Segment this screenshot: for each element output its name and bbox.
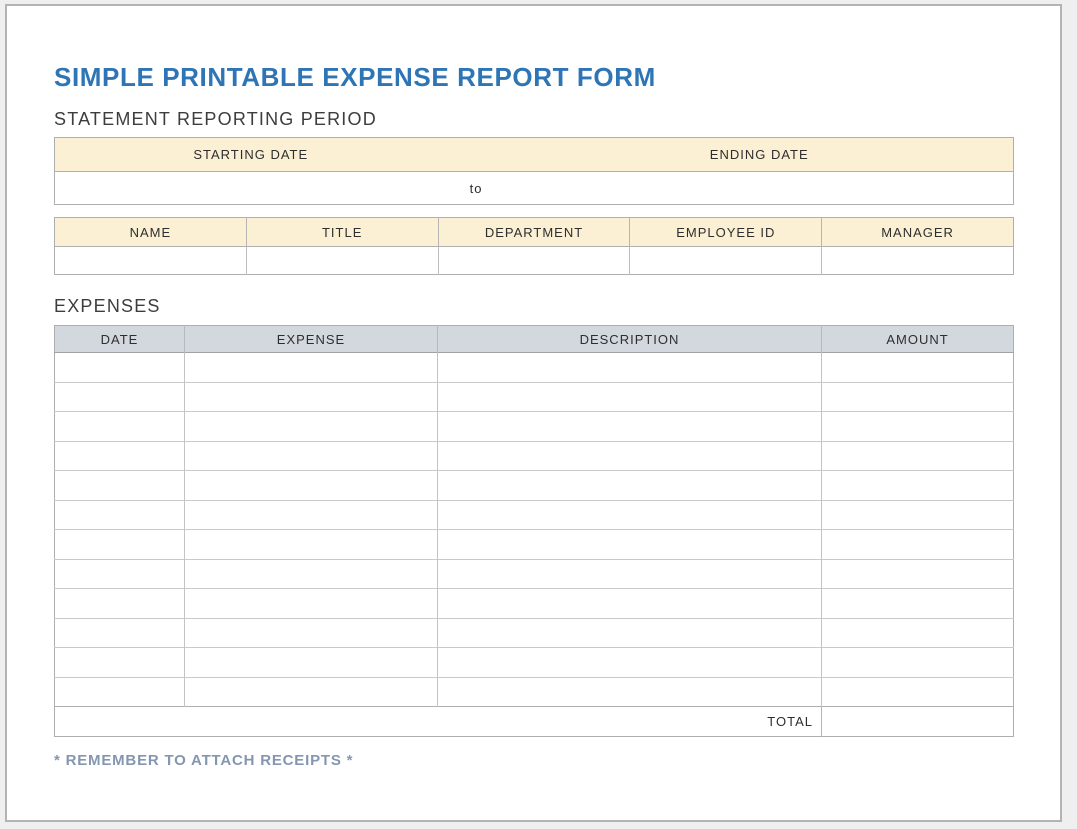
attach-receipts-note: * REMEMBER TO ATTACH RECEIPTS * (54, 752, 1013, 769)
expense-cell-5-2[interactable] (438, 500, 822, 530)
expense-cell-4-0[interactable] (55, 471, 185, 501)
expense-row-5 (55, 500, 1014, 530)
expense-row-7 (55, 559, 1014, 589)
expense-cell-8-1[interactable] (185, 589, 438, 619)
expense-row-4 (55, 471, 1014, 501)
expense-cell-2-1[interactable] (185, 412, 438, 442)
expenses-header-row: DATEEXPENSEDESCRIPTIONAMOUNT (55, 326, 1014, 353)
expense-cell-1-1[interactable] (185, 382, 438, 412)
expenses-table: DATEEXPENSEDESCRIPTIONAMOUNT TOTAL (54, 325, 1014, 737)
employee-header-1: TITLE (246, 218, 438, 247)
expense-cell-5-0[interactable] (55, 500, 185, 530)
expense-cell-7-0[interactable] (55, 559, 185, 589)
expense-cell-9-3[interactable] (822, 618, 1014, 648)
expense-cell-11-3[interactable] (822, 677, 1014, 707)
expense-cell-1-0[interactable] (55, 382, 185, 412)
expense-row-10 (55, 648, 1014, 678)
expense-header-3: AMOUNT (822, 326, 1014, 353)
expense-row-1 (55, 382, 1014, 412)
reporting-period-header-spacer (447, 138, 506, 172)
expense-cell-11-0[interactable] (55, 677, 185, 707)
expense-cell-8-0[interactable] (55, 589, 185, 619)
expense-cell-10-2[interactable] (438, 648, 822, 678)
employee-field-4[interactable] (822, 247, 1014, 275)
page-title: SIMPLE PRINTABLE EXPENSE REPORT FORM (54, 62, 1013, 93)
expense-cell-10-1[interactable] (185, 648, 438, 678)
employee-info-table: NAMETITLEDEPARTMENTEMPLOYEE IDMANAGER (54, 217, 1014, 275)
reporting-period-heading: STATEMENT REPORTING PERIOD (54, 109, 1013, 130)
expenses-total-row: TOTAL (55, 707, 1014, 737)
expense-header-0: DATE (55, 326, 185, 353)
expense-row-8 (55, 589, 1014, 619)
expense-cell-2-0[interactable] (55, 412, 185, 442)
expense-cell-3-1[interactable] (185, 441, 438, 471)
expense-cell-6-2[interactable] (438, 530, 822, 560)
employee-field-3[interactable] (630, 247, 822, 275)
expense-cell-9-2[interactable] (438, 618, 822, 648)
expenses-heading: EXPENSES (54, 296, 1013, 317)
expense-cell-5-3[interactable] (822, 500, 1014, 530)
expense-header-2: DESCRIPTION (438, 326, 822, 353)
starting-date-header: STARTING DATE (55, 138, 447, 172)
expense-cell-0-3[interactable] (822, 353, 1014, 383)
expense-cell-3-3[interactable] (822, 441, 1014, 471)
expense-table-body (55, 353, 1014, 707)
expense-cell-7-2[interactable] (438, 559, 822, 589)
expense-cell-0-1[interactable] (185, 353, 438, 383)
expense-cell-4-1[interactable] (185, 471, 438, 501)
employee-field-0[interactable] (55, 247, 247, 275)
employee-field-1[interactable] (246, 247, 438, 275)
expense-cell-6-0[interactable] (55, 530, 185, 560)
expense-cell-1-2[interactable] (438, 382, 822, 412)
expense-cell-7-1[interactable] (185, 559, 438, 589)
employee-header-4: MANAGER (822, 218, 1014, 247)
employee-field-2[interactable] (438, 247, 630, 275)
expense-cell-4-3[interactable] (822, 471, 1014, 501)
expense-cell-8-2[interactable] (438, 589, 822, 619)
employee-header-2: DEPARTMENT (438, 218, 630, 247)
expense-row-0 (55, 353, 1014, 383)
expense-cell-10-0[interactable] (55, 648, 185, 678)
expense-cell-2-3[interactable] (822, 412, 1014, 442)
expense-row-3 (55, 441, 1014, 471)
date-separator-label: to (447, 172, 506, 205)
expense-cell-6-3[interactable] (822, 530, 1014, 560)
expense-cell-0-0[interactable] (55, 353, 185, 383)
expense-header-1: EXPENSE (185, 326, 438, 353)
expense-row-9 (55, 618, 1014, 648)
employee-info-header-row: NAMETITLEDEPARTMENTEMPLOYEE IDMANAGER (55, 218, 1014, 247)
expense-cell-0-2[interactable] (438, 353, 822, 383)
expense-cell-9-0[interactable] (55, 618, 185, 648)
expense-cell-4-2[interactable] (438, 471, 822, 501)
expense-cell-9-1[interactable] (185, 618, 438, 648)
ending-date-field[interactable] (506, 172, 1014, 205)
expense-cell-10-3[interactable] (822, 648, 1014, 678)
employee-header-0: NAME (55, 218, 247, 247)
expense-cell-6-1[interactable] (185, 530, 438, 560)
expense-cell-1-3[interactable] (822, 382, 1014, 412)
ending-date-header: ENDING DATE (506, 138, 1014, 172)
reporting-period-input-row: to (55, 172, 1014, 205)
expense-row-11 (55, 677, 1014, 707)
expense-row-6 (55, 530, 1014, 560)
reporting-period-table: STARTING DATE ENDING DATE to (54, 137, 1014, 205)
document-page: SIMPLE PRINTABLE EXPENSE REPORT FORM STA… (7, 6, 1060, 820)
total-amount-field[interactable] (822, 707, 1014, 737)
total-label: TOTAL (55, 707, 822, 737)
expense-cell-5-1[interactable] (185, 500, 438, 530)
expense-cell-7-3[interactable] (822, 559, 1014, 589)
starting-date-field[interactable] (55, 172, 447, 205)
expense-cell-8-3[interactable] (822, 589, 1014, 619)
expense-cell-11-2[interactable] (438, 677, 822, 707)
expense-cell-3-0[interactable] (55, 441, 185, 471)
expense-row-2 (55, 412, 1014, 442)
employee-header-3: EMPLOYEE ID (630, 218, 822, 247)
reporting-period-header-row: STARTING DATE ENDING DATE (55, 138, 1014, 172)
expense-cell-11-1[interactable] (185, 677, 438, 707)
expense-cell-2-2[interactable] (438, 412, 822, 442)
employee-info-input-row (55, 247, 1014, 275)
expense-cell-3-2[interactable] (438, 441, 822, 471)
